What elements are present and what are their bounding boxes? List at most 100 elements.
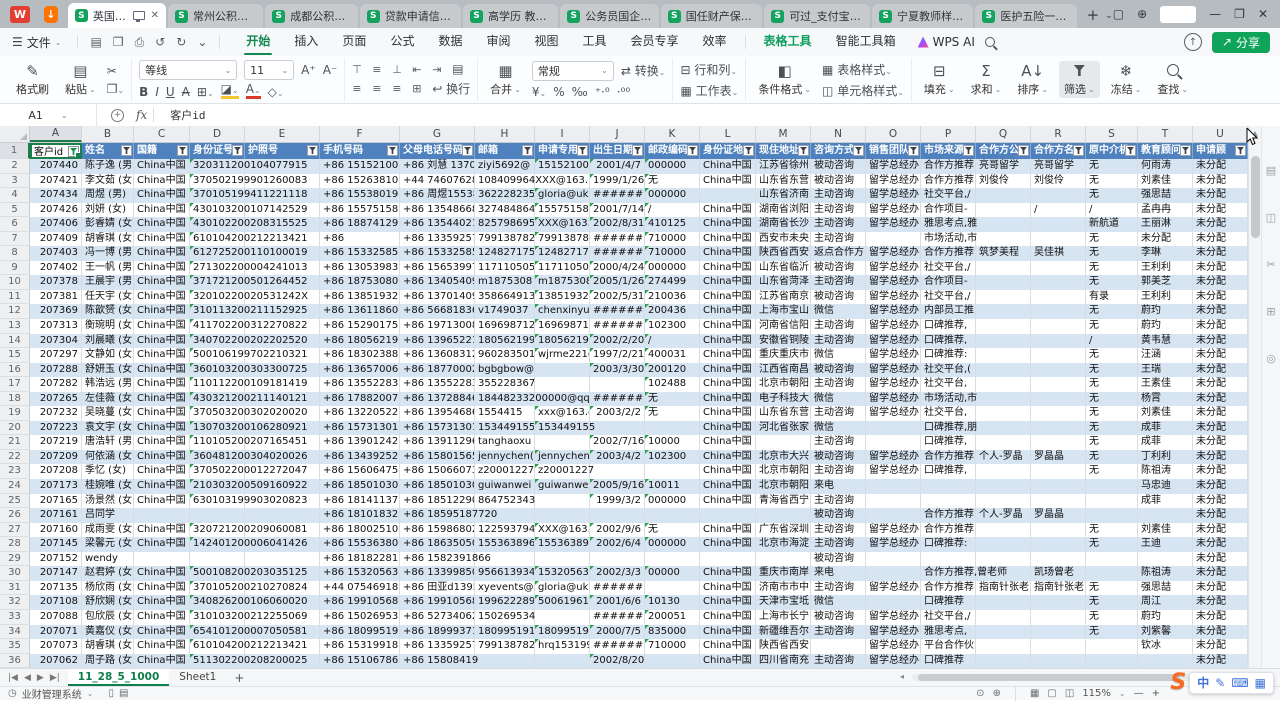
row-header-33[interactable]: 33 xyxy=(0,610,30,625)
cut-icon[interactable]: ✂ xyxy=(107,64,124,78)
cell-G4[interactable]: +86 周煜155380 xyxy=(400,188,475,203)
cell-H20[interactable]: 153449155 xyxy=(475,421,535,436)
cell-U5[interactable]: 未分配 xyxy=(1193,203,1248,218)
cell-D14[interactable]: 340702200202202520 xyxy=(190,334,245,349)
cell-P13[interactable]: 口碑推荐, xyxy=(921,319,976,334)
fill-handle[interactable] xyxy=(75,152,82,159)
cell-O24[interactable] xyxy=(866,479,921,494)
ime-pen-icon[interactable]: ✎ xyxy=(1215,676,1225,690)
cell-B5[interactable]: 刘妍 (女) xyxy=(82,203,134,218)
cell-M11[interactable]: 江苏省南京 xyxy=(756,290,811,305)
cell-M33[interactable]: 上海市长宁 xyxy=(756,610,811,625)
cell-O14[interactable]: 留学总经办 xyxy=(866,334,921,349)
cell-D23[interactable]: 370502200012272047 xyxy=(190,464,245,479)
cell-M7[interactable]: 西安市未央 xyxy=(756,232,811,247)
cell-O29[interactable] xyxy=(866,552,921,567)
cell-K30[interactable]: 00000 xyxy=(645,566,700,581)
cell-B27[interactable]: 成雨雯 (女 xyxy=(82,523,134,538)
cell-B9[interactable]: 王一帆 (男 xyxy=(82,261,134,276)
cell-S22[interactable]: 无 xyxy=(1086,450,1138,465)
cell-F30[interactable]: +86 15320563 xyxy=(320,566,400,581)
file-tab-5[interactable]: S公务员国企事业单 xyxy=(560,4,659,28)
column-header-C[interactable]: C xyxy=(134,126,190,142)
cell-S16[interactable]: 无 xyxy=(1086,363,1138,378)
cell-A10[interactable]: 207378 xyxy=(30,275,82,290)
cell-M26[interactable] xyxy=(756,508,811,523)
cell-I34[interactable]: 180995191 xyxy=(535,625,590,640)
cell-P5[interactable]: 合作项目- xyxy=(921,203,976,218)
tab-审阅[interactable]: 审阅 xyxy=(474,28,522,56)
cell-J11[interactable]: 2002/5/31 xyxy=(590,290,645,305)
vertical-scroll-thumb[interactable] xyxy=(1251,156,1260,238)
cell-O22[interactable]: 留学总经办 xyxy=(866,450,921,465)
cell-Q31[interactable]: 指南针张老 xyxy=(976,581,1031,596)
cell-T12[interactable]: 蔚玓 xyxy=(1138,304,1193,319)
cell-C10[interactable]: China中国 xyxy=(134,275,190,290)
cell-Q21[interactable] xyxy=(976,435,1031,450)
cell-I23[interactable]: z20001227 xyxy=(535,464,590,479)
file-tab-4[interactable]: S高学历 教授.xlsx xyxy=(463,4,558,28)
cell-L28[interactable]: China中国 xyxy=(700,537,756,552)
cell-A15[interactable]: 207297 xyxy=(30,348,82,363)
row-header-3[interactable]: 3 xyxy=(0,174,30,189)
cell-G12[interactable]: +86 56681836 xyxy=(400,304,475,319)
cell-U6[interactable]: 未分配 xyxy=(1193,217,1248,232)
cell-L9[interactable]: China中国 xyxy=(700,261,756,276)
cell-N35[interactable] xyxy=(811,639,866,654)
cell-style-button[interactable]: ◫ 单元格样式⌄ xyxy=(822,82,904,99)
cell-L27[interactable]: China中国 xyxy=(700,523,756,538)
cell-L7[interactable]: China中国 xyxy=(700,232,756,247)
cell-Q25[interactable] xyxy=(976,494,1031,509)
cell-B1[interactable]: 姓名 xyxy=(82,143,134,159)
row-header-7[interactable]: 7 xyxy=(0,232,30,247)
cell-T13[interactable]: 蔚玓 xyxy=(1138,319,1193,334)
increase-indent-icon[interactable]: ⇥ xyxy=(432,63,445,76)
column-header-M[interactable]: M xyxy=(756,126,811,142)
cell-N1[interactable]: 咨询方式 xyxy=(811,143,866,159)
cell-M1[interactable]: 现住地址 xyxy=(756,143,811,159)
cell-D28[interactable]: 142401200006041426 xyxy=(190,537,245,552)
cell-H21[interactable]: tanghaoxu xyxy=(475,435,535,450)
cell-L30[interactable]: China中国 xyxy=(700,566,756,581)
cell-B4[interactable]: 周煜 (男) xyxy=(82,188,134,203)
conditional-format-button[interactable]: ◧ 条件格式⌄ xyxy=(753,61,816,98)
mode-label[interactable]: 业财管理系统 xyxy=(22,686,82,701)
cell-I31[interactable]: gloria@uk( xyxy=(535,581,590,596)
maximize-button[interactable]: ❐ xyxy=(1234,7,1245,21)
cell-B7[interactable]: 胡睿琪 (女 xyxy=(82,232,134,247)
cell-J34[interactable]: 2000/7/5 xyxy=(590,625,645,640)
cell-G33[interactable]: +86 52734062 xyxy=(400,610,475,625)
cell-S24[interactable] xyxy=(1086,479,1138,494)
redo-icon[interactable]: ↻ xyxy=(176,35,186,49)
cell-M17[interactable]: 北京市朝阳 xyxy=(756,377,811,392)
cell-O18[interactable]: 留学总经办 xyxy=(866,392,921,407)
cell-L15[interactable]: China中国 xyxy=(700,348,756,363)
cell-M15[interactable]: 重庆重庆市 xyxy=(756,348,811,363)
row-header-32[interactable]: 32 xyxy=(0,595,30,610)
cell-H22[interactable]: jennychen( xyxy=(475,450,535,465)
row-header-20[interactable]: 20 xyxy=(0,421,30,436)
cell-B22[interactable]: 何依涵 (女 xyxy=(82,450,134,465)
cell-J19[interactable]: 2003/2/2 xyxy=(590,406,645,421)
cell-O30[interactable] xyxy=(866,566,921,581)
cell-B14[interactable]: 刘晨曦 (女 xyxy=(82,334,134,349)
cell-R36[interactable] xyxy=(1031,654,1086,668)
cell-F36[interactable]: +86 15106786 xyxy=(320,654,400,668)
cell-Q4[interactable] xyxy=(976,188,1031,203)
cell-C20[interactable]: China中国 xyxy=(134,421,190,436)
cell-P16[interactable]: 社交平台,( xyxy=(921,363,976,378)
cell-N3[interactable]: 被动咨询 xyxy=(811,174,866,189)
cell-C2[interactable]: China中国 xyxy=(134,159,190,174)
hand-tool-icon[interactable]: ⊕ xyxy=(993,688,1001,699)
cell-P34[interactable]: 雅思考点, xyxy=(921,625,976,640)
cell-M25[interactable]: 青海省西宁 xyxy=(756,494,811,509)
ime-chinese-icon[interactable]: 中 xyxy=(1197,676,1209,690)
percent-button[interactable]: % xyxy=(553,85,564,99)
cell-A16[interactable]: 207288 xyxy=(30,363,82,378)
row-header-22[interactable]: 22 xyxy=(0,450,30,465)
cell-P23[interactable]: 口碑推荐, xyxy=(921,464,976,479)
cell-K28[interactable]: 000000 xyxy=(645,537,700,552)
cell-S28[interactable]: 无 xyxy=(1086,537,1138,552)
cell-H23[interactable]: z20001227 xyxy=(475,464,535,479)
cell-L19[interactable]: China中国 xyxy=(700,406,756,421)
